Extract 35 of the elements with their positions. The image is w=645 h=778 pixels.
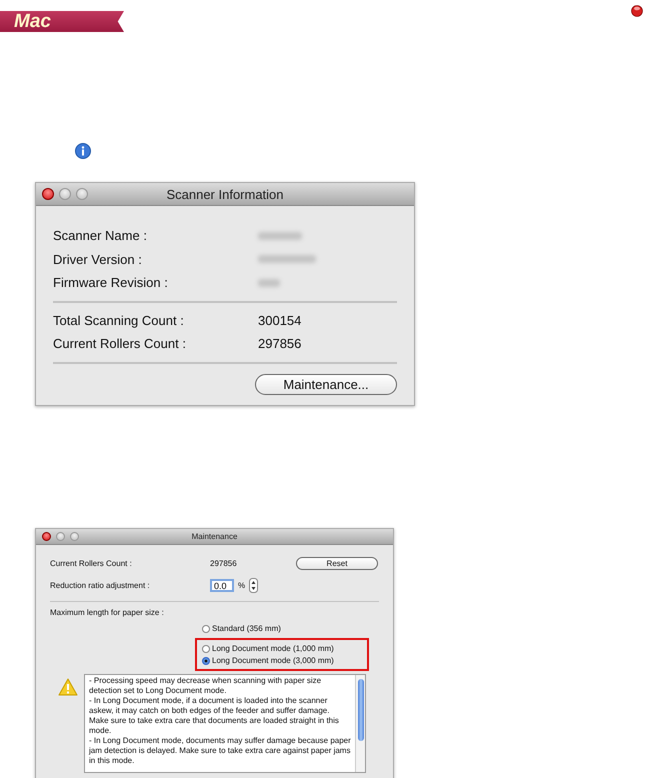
info-icon: [75, 143, 91, 159]
close-button[interactable]: [42, 532, 51, 540]
window-title: Scanner Information: [166, 186, 284, 202]
field-value: 300154: [258, 312, 302, 328]
field-label: Maximum length for paper size :: [50, 608, 165, 616]
mac-banner: Mac: [0, 11, 124, 32]
radio-option[interactable]: Long Document mode (1,000 mm): [195, 638, 369, 654]
zoom-button[interactable]: [76, 188, 88, 200]
field-label: Current Rollers Count :: [50, 559, 133, 568]
radio-option[interactable]: Standard (356 mm): [195, 622, 369, 634]
field-label: Driver Version :: [53, 252, 143, 267]
unit-label: %: [238, 581, 246, 590]
field-label: Current Rollers Count :: [53, 336, 187, 352]
warning-text: - In Long Document mode, if a document is loaded into the scanner askew, it may catch on both edges of the feeder and suffer damage. Make sure to take extra care that documents are loaded straight in this mode.: [89, 696, 340, 736]
minimize-button[interactable]: [56, 532, 65, 540]
close-button[interactable]: [42, 188, 54, 200]
field-value: 297856: [258, 336, 302, 352]
field-value: 297856: [210, 559, 238, 568]
warning-icon: [58, 678, 78, 696]
warning-text: - Processing speed may decrease when scanning with paper size detection set to Long Document mode.: [89, 676, 322, 696]
field-label: Total Scanning Count :: [53, 312, 185, 328]
stepper-icon[interactable]: [249, 578, 258, 593]
field-label: Scanner Name :: [53, 228, 148, 244]
warning-text: - In Long Document mode, documents may suffer damage because paper jam detection is delayed. Make sure to take extra care against paper jams in this mode.: [89, 736, 351, 766]
window-title: Maintenance: [192, 532, 238, 540]
reset-button[interactable]: Reset: [296, 557, 378, 570]
maintenance-button[interactable]: Maintenance...: [255, 374, 397, 394]
zoom-button[interactable]: [70, 532, 79, 540]
reduction-field[interactable]: 0.0: [210, 579, 234, 592]
field-label: Reduction ratio adjustment :: [50, 581, 151, 590]
ball-icon: [631, 5, 643, 17]
scroll-bar[interactable]: [355, 674, 365, 772]
field-label: Firmware Revision :: [53, 275, 169, 290]
minimize-button[interactable]: [59, 188, 71, 200]
radio-option[interactable]: Long Document mode (3,000 mm): [195, 654, 369, 670]
